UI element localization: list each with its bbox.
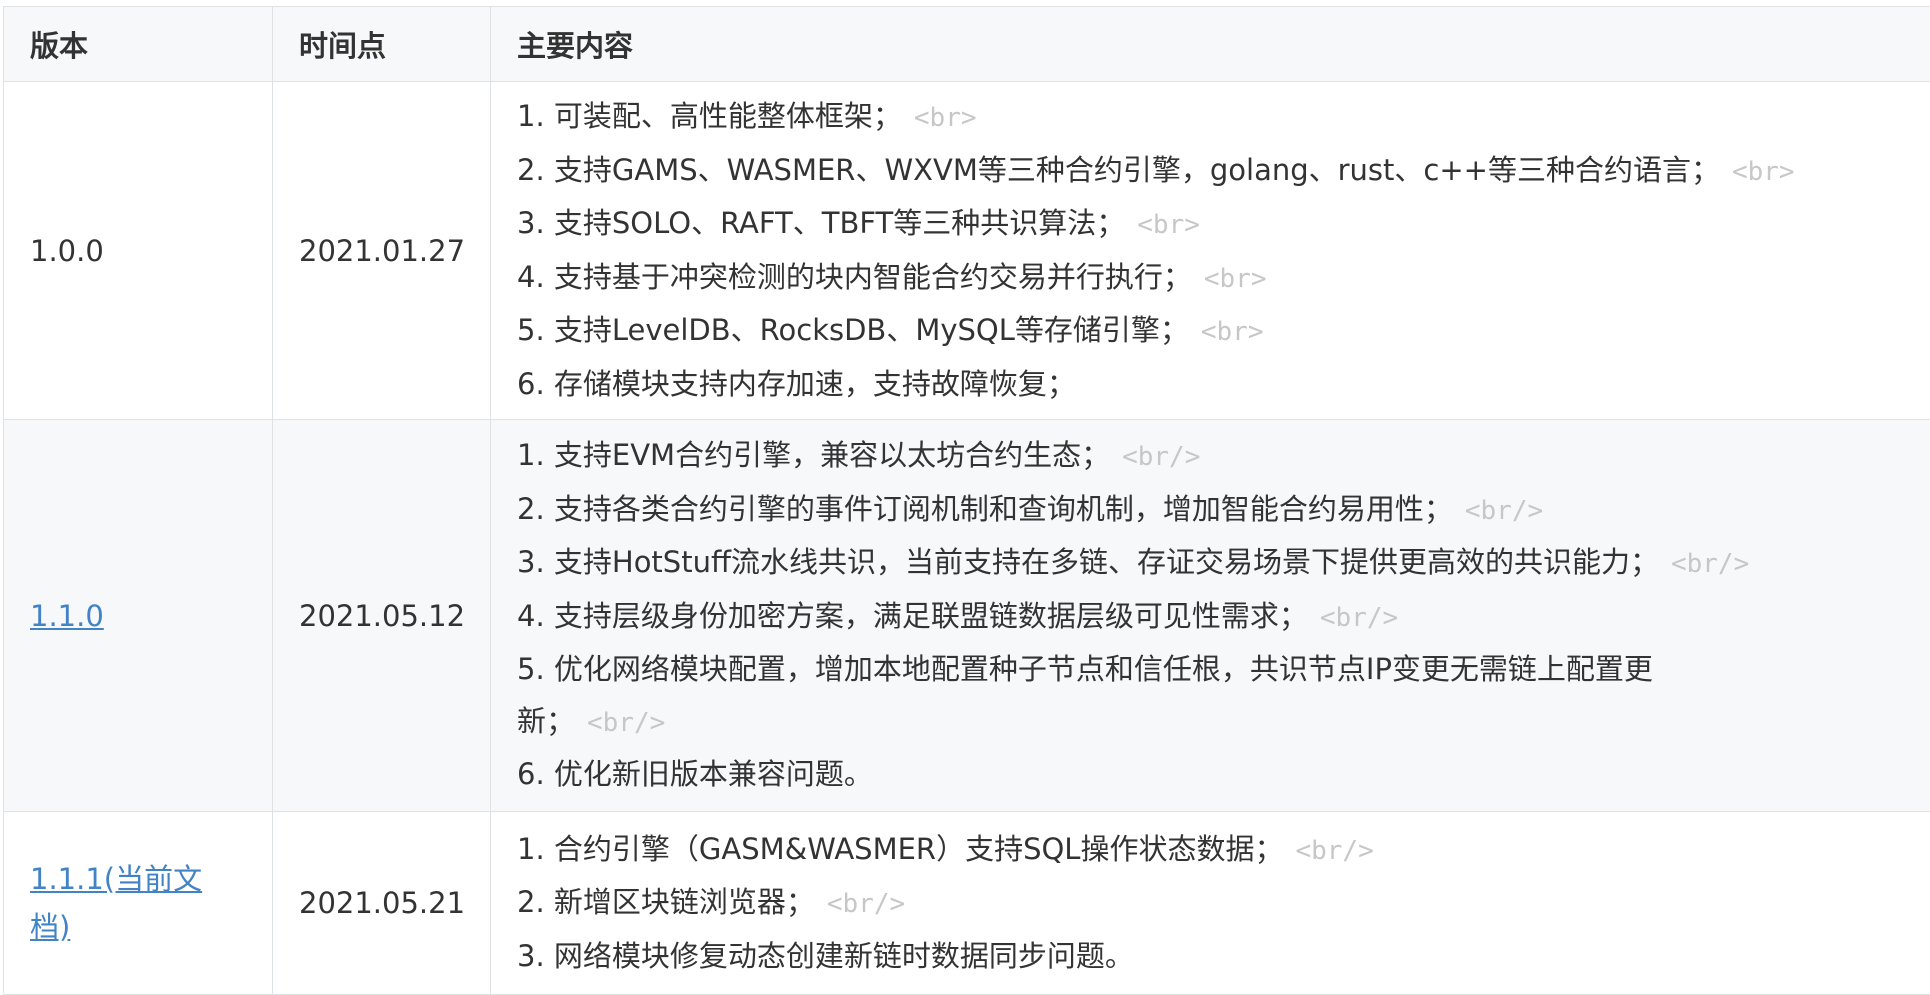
date-cell: 2021.01.27 (273, 82, 491, 420)
content-line-text: 4. 支持层级身份加密方案，满足联盟链数据层级可见性需求； (517, 599, 1308, 633)
header-version: 版本 (4, 7, 273, 82)
version-cell: 1.1.0 (4, 420, 273, 812)
br-tag: <br> (1732, 157, 1795, 187)
content-line: 3. 网络模块修复动态创建新链时数据同步问题。 (517, 931, 1904, 983)
br-tag: <br/> (1465, 496, 1543, 526)
content-line: 新； <br/> (517, 696, 1904, 750)
content-line: 6. 存储模块支持内存加速，支持故障恢复； (517, 359, 1904, 411)
version-cell: 1.1.1(当前文档) (4, 812, 273, 995)
table-row: 1.1.1(当前文档) 2021.05.21 1. 合约引擎（GASM&WASM… (4, 812, 1930, 995)
version-link-line-2: 档) (30, 910, 70, 944)
br-tag: <br> (1204, 264, 1267, 294)
content-line-text: 6. 优化新旧版本兼容问题。 (517, 757, 873, 791)
content-line: 5. 支持LevelDB、RocksDB、MySQL等存储引擎； <br> (517, 305, 1904, 359)
content-line-text: 3. 支持HotStuff流水线共识，当前支持在多链、存证交易场景下提供更高效的… (517, 545, 1659, 579)
content-line-text: 2. 支持GAMS、WASMER、WXVM等三种合约引擎，golang、rust… (517, 153, 1720, 187)
br-tag: <br/> (1122, 442, 1200, 472)
br-tag: <br> (914, 103, 977, 133)
table-row: 1.0.0 2021.01.27 1. 可装配、高性能整体框架； <br> 2. … (4, 82, 1930, 420)
content-line: 6. 优化新旧版本兼容问题。 (517, 749, 1904, 801)
br-tag: <br> (1201, 317, 1264, 347)
br-tag: <br/> (1320, 603, 1398, 633)
content-line-text: 1. 合约引擎（GASM&WASMER）支持SQL操作状态数据； (517, 832, 1283, 866)
version-cell: 1.0.0 (4, 82, 273, 420)
content-line-text: 1. 可装配、高性能整体框架； (517, 99, 902, 133)
content-line-text: 新； (517, 704, 575, 738)
date-cell: 2021.05.21 (273, 812, 491, 995)
content-line: 4. 支持层级身份加密方案，满足联盟链数据层级可见性需求； <br/> (517, 591, 1904, 645)
version-history-table: 版本 时间点 主要内容 1.0.0 2021.01.27 1. 可装配、高性能整… (3, 6, 1930, 995)
content-line-text: 6. 存储模块支持内存加速，支持故障恢复； (517, 367, 1076, 401)
content-line-text: 3. 支持SOLO、RAFT、TBFT等三种共识算法； (517, 206, 1125, 240)
date-cell: 2021.05.12 (273, 420, 491, 812)
content-line-text: 5. 支持LevelDB、RocksDB、MySQL等存储引擎； (517, 313, 1189, 347)
content-line: 2. 支持GAMS、WASMER、WXVM等三种合约引擎，golang、rust… (517, 145, 1904, 199)
br-tag: <br/> (587, 708, 665, 738)
content-line: 3. 支持SOLO、RAFT、TBFT等三种共识算法； <br> (517, 198, 1904, 252)
content-line: 3. 支持HotStuff流水线共识，当前支持在多链、存证交易场景下提供更高效的… (517, 537, 1904, 591)
content-line-text: 2. 支持各类合约引擎的事件订阅机制和查询机制，增加智能合约易用性； (517, 492, 1453, 526)
table-row: 1.1.0 2021.05.12 1. 支持EVM合约引擎，兼容以太坊合约生态；… (4, 420, 1930, 812)
table-header-row: 版本 时间点 主要内容 (4, 7, 1930, 82)
content-line: 4. 支持基于冲突检测的块内智能合约交易并行执行； <br> (517, 252, 1904, 306)
content-line-text: 1. 支持EVM合约引擎，兼容以太坊合约生态； (517, 438, 1110, 472)
content-line: 1. 合约引擎（GASM&WASMER）支持SQL操作状态数据； <br/> (517, 824, 1904, 878)
content-line: 1. 可装配、高性能整体框架； <br> (517, 91, 1904, 145)
content-cell: 1. 可装配、高性能整体框架； <br> 2. 支持GAMS、WASMER、WXV… (491, 82, 1930, 420)
content-line-text: 3. 网络模块修复动态创建新链时数据同步问题。 (517, 939, 1134, 973)
content-cell: 1. 合约引擎（GASM&WASMER）支持SQL操作状态数据； <br/> 2.… (491, 812, 1930, 995)
version-link[interactable]: 1.1.1(当前文档) (30, 862, 202, 944)
content-cell: 1. 支持EVM合约引擎，兼容以太坊合约生态； <br/> 2. 支持各类合约引擎… (491, 420, 1930, 812)
br-tag: <br/> (1295, 836, 1373, 866)
content-line: 2. 新增区块链浏览器； <br/> (517, 877, 1904, 931)
version-link-line-1: 1.1.1(当前文 (30, 862, 202, 896)
content-line: 2. 支持各类合约引擎的事件订阅机制和查询机制，增加智能合约易用性； <br/> (517, 484, 1904, 538)
br-tag: <br> (1137, 210, 1200, 240)
version-link[interactable]: 1.1.0 (30, 599, 104, 633)
header-content: 主要内容 (491, 7, 1930, 82)
content-line: 1. 支持EVM合约引擎，兼容以太坊合约生态； <br/> (517, 430, 1904, 484)
content-line-text: 5. 优化网络模块配置，增加本地配置种子节点和信任根，共识节点IP变更无需链上配… (517, 652, 1653, 686)
content-line: 5. 优化网络模块配置，增加本地配置种子节点和信任根，共识节点IP变更无需链上配… (517, 644, 1904, 696)
content-line-text: 4. 支持基于冲突检测的块内智能合约交易并行执行； (517, 260, 1192, 294)
br-tag: <br/> (827, 889, 905, 919)
header-date: 时间点 (273, 7, 491, 82)
content-line-text: 2. 新增区块链浏览器； (517, 885, 815, 919)
br-tag: <br/> (1671, 549, 1749, 579)
